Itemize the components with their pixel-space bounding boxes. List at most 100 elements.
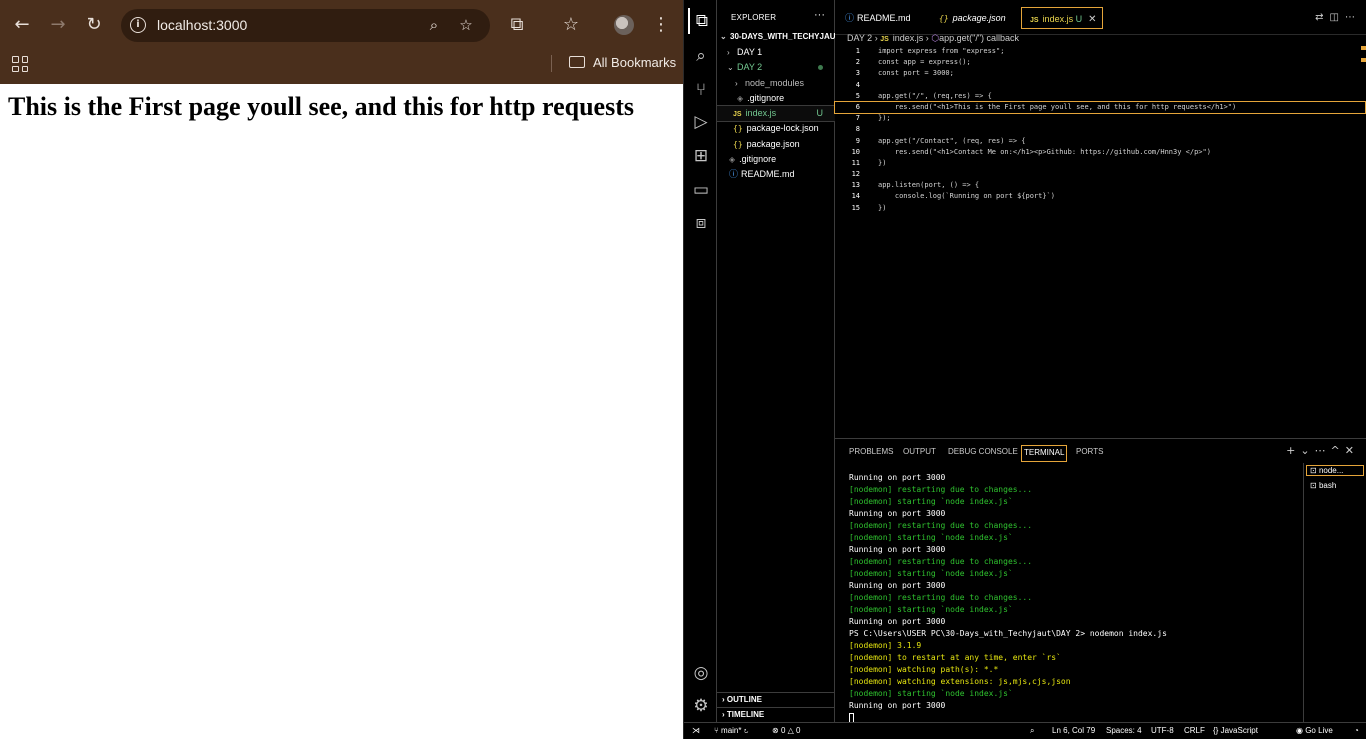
code-line[interactable]: 12 [835,169,1366,180]
language-status[interactable]: {} JavaScript [1213,723,1258,739]
branch-status[interactable]: ⑂ main* ↻ [714,723,749,739]
code-line[interactable]: 3 const port = 3000; [835,68,1366,79]
code-line[interactable]: 2 const app = express(); [835,57,1366,68]
terminal-scrollbar[interactable] [1290,467,1296,717]
nav-row: ← → ↻ i localhost:3000 ⌕ ☆ ⧉ ☆ ⋮ [0,0,683,50]
eol-status[interactable]: CRLF [1184,723,1205,739]
settings-gear-icon[interactable]: ⚙ [688,693,714,719]
problems-status[interactable]: ⊗ 0 △ 0 [772,723,800,739]
all-bookmarks-button[interactable]: All Bookmarks [593,55,676,70]
code-editor[interactable]: 1 import express from "express"; 2 const ap… [834,46,1366,214]
tree-item-index-js[interactable]: JS index.js U [716,105,836,122]
bookmarks-star-icon[interactable]: ☆ [559,13,583,37]
account-icon[interactable]: ◎ [688,660,714,686]
code-line[interactable]: 7}); [835,113,1366,124]
line-number: 3 [855,69,860,78]
indentation-status[interactable]: Spaces: 4 [1106,723,1142,739]
remote-icon[interactable]: ⋊ [692,723,700,739]
outline-section[interactable]: › OUTLINE [717,692,835,707]
explorer-title: EXPLORER [731,13,777,22]
close-tab-icon[interactable]: ✕ [1088,14,1096,25]
tree-item-readme[interactable]: ⓘ README.md [717,167,835,182]
extensions-icon[interactable]: ⧉ [505,13,529,37]
bookmark-star-icon[interactable]: ☆ [455,14,477,36]
tab-ports[interactable]: PORTS [1076,445,1103,462]
testing-icon[interactable]: ⧈ [688,210,714,236]
explorer-more-button[interactable]: ··· [814,9,825,21]
editor-scrollbar[interactable] [1361,46,1366,106]
code-line[interactable]: 10 res.send("<h1>Contact Me on:</h1><p>G… [835,147,1366,158]
code-line[interactable]: 4 [835,80,1366,91]
tree-item-package-json[interactable]: {} package.json [717,137,835,152]
tab-terminal[interactable]: TERMINAL [1021,445,1068,462]
terminal-line: [nodemon] starting `node index.js` [849,497,1013,506]
page-heading: This is the First page youll see, and th… [8,92,634,121]
code-line[interactable]: 13 app.listen(port, () => { [835,180,1366,191]
tab-index-js[interactable]: JS index.js U ✕ [1021,7,1103,29]
tab-problems[interactable]: PROBLEMS [849,445,893,462]
timeline-section[interactable]: › TIMELINE [717,707,835,722]
breadcrumb-folder[interactable]: DAY 2 [847,33,872,43]
line-number: 10 [851,147,860,156]
panel-actions[interactable]: +⌄⋯^✕ [1286,444,1359,457]
tab-readme[interactable]: ⓘ README.md [837,7,929,29]
apps-grid-icon[interactable] [12,56,28,72]
tree-item-gitignore[interactable]: ◈ .gitignore [717,91,835,106]
tree-item-package-lock[interactable]: {} package-lock.json [717,121,835,136]
code-line[interactable]: 6 res.send("<h1>This is the First page y… [834,100,1366,115]
tree-item-label: DAY 2 [737,62,763,72]
code-line[interactable]: 9 app.get("/Contact", (req, res) => { [835,136,1366,147]
cursor-position[interactable]: Ln 6, Col 79 [1052,723,1095,739]
code-line[interactable]: 11}) [835,158,1366,169]
extensions-icon[interactable]: ⊞ [688,143,714,169]
terminal-item-bash[interactable]: ⊡ bash [1310,481,1336,490]
menu-icon[interactable]: ⋮ [649,13,673,37]
workspace-root[interactable]: ⌄ 30-DAYS_WITH_TECHYJAUT [717,29,840,44]
workspace-root-label: 30-DAYS_WITH_TECHYJAUT [730,32,841,41]
remote-explorer-icon[interactable]: ▭ [688,177,714,203]
code-line[interactable]: 8 [835,124,1366,135]
tab-package-json[interactable]: {} package.json [931,7,1019,29]
explorer-icon[interactable]: ⧉ [688,8,714,34]
terminal-item-node[interactable]: ⊡ node... [1306,465,1364,476]
reload-button[interactable]: ↻ [82,13,106,37]
code-line[interactable]: 1 import express from "express"; [835,46,1366,57]
terminal-line: [nodemon] starting `node index.js` [849,689,1013,698]
zoom-icon[interactable]: ⌕ [423,14,445,36]
tree-item-day1[interactable]: › DAY 1 [717,45,835,60]
activity-bar: ⧉ ⌕ ⑂ ▷ ⊞ ▭ ⧈ ◎ ⚙ [684,0,717,722]
go-live-button[interactable]: ◉ Go Live [1296,723,1333,739]
code-line[interactable]: 15}) [835,203,1366,214]
language-label: JavaScript [1220,726,1258,735]
js-file-icon: JS [733,111,742,118]
terminal-line: [nodemon] starting `node index.js` [849,605,1013,614]
search-status-icon[interactable]: ⌕ [1030,723,1034,739]
tab-output[interactable]: OUTPUT [903,445,936,462]
code-line[interactable]: 5 app.get("/", (req,res) => { [835,91,1366,102]
breadcrumb-symbol[interactable]: app.get("/") callback [939,33,1019,43]
address-bar[interactable]: i localhost:3000 ⌕ ☆ [121,9,490,42]
encoding-status[interactable]: UTF-8 [1151,723,1174,739]
info-file-icon: ⓘ [729,169,739,179]
breadcrumb-file[interactable]: index.js [893,33,924,43]
site-info-icon[interactable]: i [130,17,146,33]
tree-item-root-gitignore[interactable]: ◈ .gitignore [717,152,835,167]
profile-avatar[interactable] [614,15,634,35]
source-control-icon[interactable]: ⑂ [688,77,714,103]
line-number: 8 [855,125,860,134]
line-number: 2 [855,58,860,67]
tree-item-node-modules[interactable]: › node_modules [717,76,835,91]
tab-debug-console[interactable]: DEBUG CONSOLE [948,445,1018,462]
terminal-line: [nodemon] watching extensions: js,mjs,cj… [849,677,1071,686]
tree-item-day2[interactable]: ⌄ DAY 2 [717,60,835,75]
back-button[interactable]: ← [10,13,34,37]
terminal-output[interactable]: Running on port 3000 [nodemon] restarting… [849,472,1289,724]
terminal-item-label: bash [1318,481,1337,490]
run-debug-icon[interactable]: ▷ [688,109,714,135]
forward-button[interactable]: → [46,13,70,37]
code-line[interactable]: 14 console.log(`Running on port ${port}`… [835,191,1366,202]
url-text[interactable]: localhost:3000 [157,17,247,33]
notifications-icon[interactable]: ◔ [1354,723,1359,739]
search-icon[interactable]: ⌕ [688,43,714,69]
editor-actions[interactable]: ⇄◫⋯ [1315,12,1361,23]
